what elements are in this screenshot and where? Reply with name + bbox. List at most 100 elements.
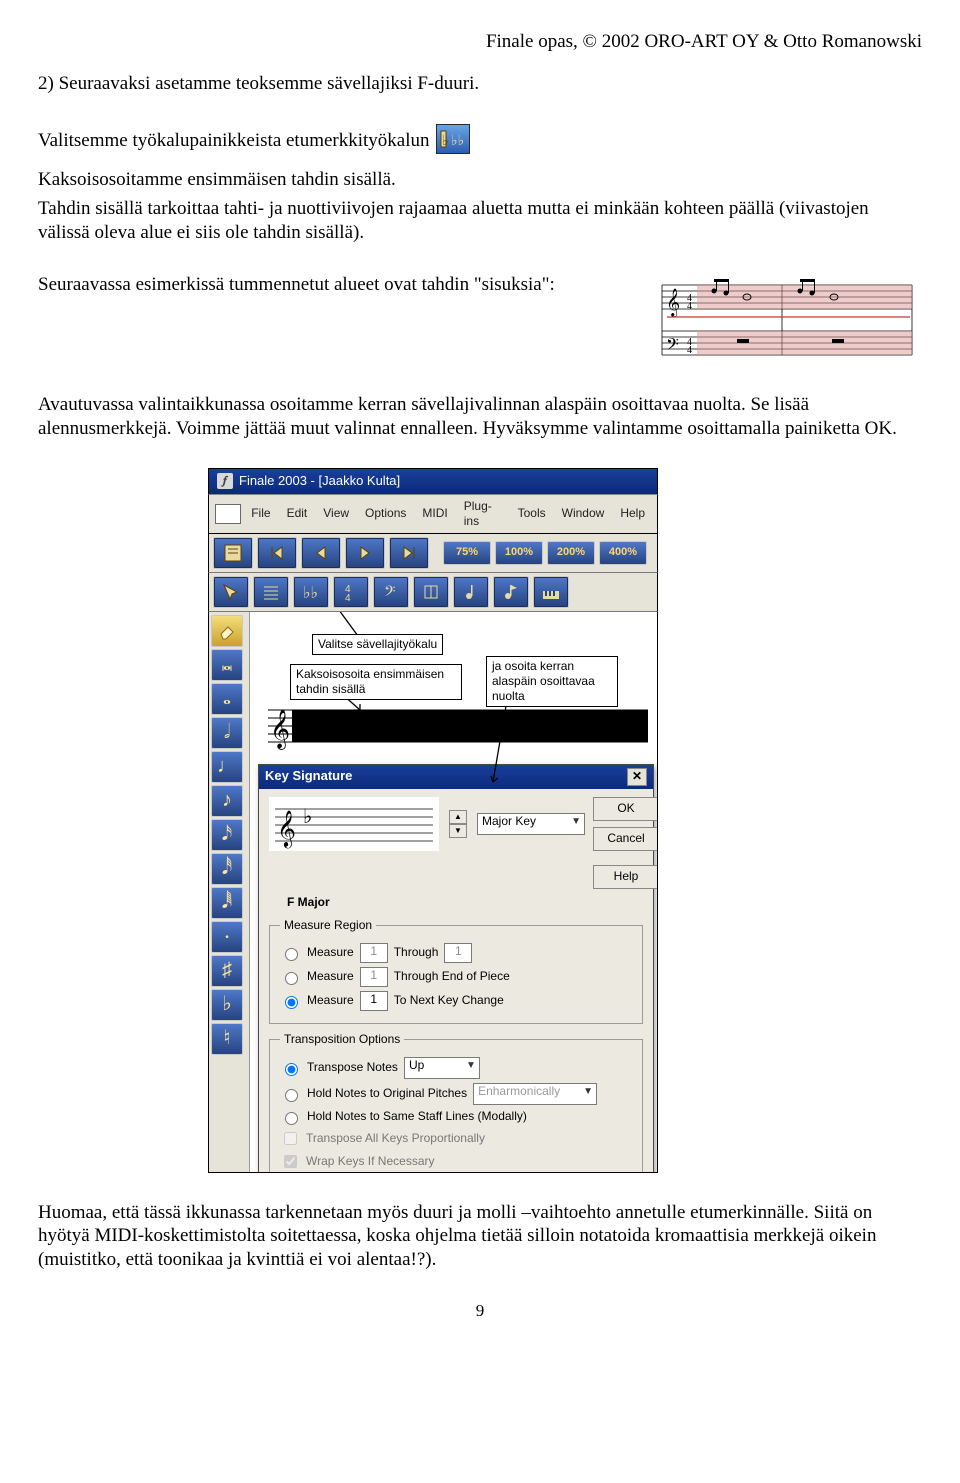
callout-3: ja osoita kerran alaspäin osoittavaa nuo… (486, 656, 618, 707)
page-number: 9 (38, 1300, 922, 1321)
svg-text:𝄞: 𝄞 (270, 710, 290, 750)
measure-radio-3[interactable] (285, 996, 298, 1009)
wrap-keys-label: Wrap Keys If Necessary (306, 1154, 434, 1169)
half-note-icon[interactable]: 𝅗𝅥 (211, 717, 243, 749)
staff-example-figure: 𝄞 𝄢 44 44 (652, 273, 922, 363)
key-name-label: F Major (287, 895, 643, 910)
whole-note-icon[interactable]: 𝅝 (211, 683, 243, 715)
hyperscribe-tool-icon[interactable] (533, 576, 569, 608)
transpose-direction-select[interactable]: Up (404, 1057, 480, 1079)
menu-plugins[interactable]: Plug-ins (458, 497, 508, 531)
transpose-label-1: Transpose Notes (307, 1060, 398, 1075)
measure-label-2: Measure (307, 969, 354, 984)
quarter-note-icon[interactable]: ♩ (211, 751, 243, 783)
nav-next-icon[interactable] (345, 537, 385, 569)
key-spinner: ▲ ▼ (449, 810, 467, 838)
svg-text:𝄢: 𝄢 (384, 583, 396, 603)
document-icon (215, 504, 241, 524)
zoom-400[interactable]: 400% (599, 541, 647, 565)
paragraph-1: 2) Seuraavaksi asetamme teoksemme sävell… (38, 72, 922, 96)
key-type-select[interactable]: Major Key (477, 813, 585, 835)
dot-icon[interactable]: · (211, 921, 243, 953)
zoom-200[interactable]: 200% (547, 541, 595, 565)
measure-label-1: Measure (307, 945, 354, 960)
wrap-keys-checkbox (284, 1155, 297, 1168)
key-signature-dialog: Key Signature ✕ (258, 764, 654, 1173)
finale-app-icon: 𝆑 (217, 473, 233, 489)
sixteenth-note-icon[interactable]: 𝅘𝅥𝅯 (211, 819, 243, 851)
score-canvas[interactable]: 𝄞 Valitse sävellajityökalu Kaksoisosoita… (250, 612, 657, 1172)
zoom-100[interactable]: 100% (495, 541, 543, 565)
eighth-note-icon[interactable]: ♪ (211, 785, 243, 817)
double-whole-note-icon[interactable]: 𝅜 (211, 649, 243, 681)
through-label: Through (394, 945, 439, 960)
transpose-radio-1[interactable] (285, 1063, 298, 1076)
transpose-radio-3[interactable] (285, 1112, 298, 1125)
menu-edit[interactable]: Edit (281, 504, 314, 523)
svg-text:♭♭: ♭♭ (303, 585, 318, 602)
menu-tools[interactable]: Tools (512, 504, 552, 523)
transpose-label-3: Hold Notes to Same Staff Lines (Modally) (307, 1109, 527, 1124)
flat-icon[interactable]: ♭ (211, 989, 243, 1021)
eraser-icon[interactable] (211, 615, 243, 647)
menu-window[interactable]: Window (556, 504, 611, 523)
ok-button[interactable]: OK (593, 797, 658, 821)
key-spinner-down[interactable]: ▼ (449, 824, 467, 838)
svg-text:4: 4 (687, 301, 692, 312)
menu-options[interactable]: Options (359, 504, 412, 523)
measure-label-3: Measure (307, 993, 354, 1008)
svg-text:4: 4 (687, 345, 692, 356)
measure-from-1: 1 (360, 943, 388, 963)
measure-region-group: Measure Region Measure 1 Through 1 Measu… (269, 918, 643, 1024)
dialog-close-button[interactable]: ✕ (627, 768, 647, 786)
measure-radio-2[interactable] (285, 972, 298, 985)
toolbar-row-2: ♭♭ 44 𝄢 (208, 573, 658, 612)
dialog-titlebar: Key Signature ✕ (259, 765, 653, 789)
simple-entry-tool-icon[interactable] (453, 576, 489, 608)
svg-text:𝄞: 𝄞 (666, 289, 680, 317)
key-signature-tool-icon-tb[interactable]: ♭♭ (293, 576, 329, 608)
through-end-label: Through End of Piece (394, 969, 510, 984)
nav-prev-icon[interactable] (301, 537, 341, 569)
sharp-icon[interactable]: ♯ (211, 955, 243, 987)
zoom-75[interactable]: 75% (443, 541, 491, 565)
nav-first-icon[interactable] (257, 537, 297, 569)
menu-file[interactable]: File (245, 504, 276, 523)
measure-tool-icon[interactable] (413, 576, 449, 608)
staff-tool-icon[interactable] (253, 576, 289, 608)
time-signature-tool-icon[interactable]: 44 (333, 576, 369, 608)
thirtysecond-note-icon[interactable]: 𝅘𝅥𝅰 (211, 853, 243, 885)
transpose-radio-2[interactable] (285, 1089, 298, 1102)
key-spinner-up[interactable]: ▲ (449, 810, 467, 824)
header-copyright: Finale opas, © 2002 ORO-ART OY & Otto Ro… (38, 30, 922, 54)
menu-view[interactable]: View (317, 504, 355, 523)
sixtyfourth-note-icon[interactable]: 𝅘𝅥𝅱 (211, 887, 243, 919)
paragraph-4: Tahdin sisällä tarkoittaa tahti- ja nuot… (38, 197, 922, 245)
measure-radio-1[interactable] (285, 948, 298, 961)
to-next-label: To Next Key Change (394, 993, 504, 1008)
callout-2: Kaksoisosoita ensimmäisen tahdin sisällä (290, 664, 462, 700)
menu-midi[interactable]: MIDI (416, 504, 453, 523)
page-view-icon[interactable] (213, 537, 253, 569)
paragraph-2: Valitsemme työkalupainikkeista etumerkki… (38, 124, 922, 154)
measure-from-2: 1 (360, 967, 388, 987)
paragraph-5: Seuraavassa esimerkissä tummennetut alue… (38, 273, 640, 297)
nav-last-icon[interactable] (389, 537, 429, 569)
cancel-button[interactable]: Cancel (593, 827, 658, 851)
clef-tool-icon[interactable]: 𝄢 (373, 576, 409, 608)
help-button[interactable]: Help (593, 865, 658, 889)
measure-region-legend: Measure Region (280, 918, 376, 933)
key-signature-tool-icon: ♭ ♭♭ (436, 124, 470, 154)
selection-tool-icon[interactable] (213, 576, 249, 608)
transpose-all-checkbox (284, 1132, 297, 1145)
key-preview-staff: 𝄞 ♭ (269, 797, 439, 851)
speedy-entry-tool-icon[interactable] (493, 576, 529, 608)
paragraph-3: Kaksoisosoitamme ensimmäisen tahdin sisä… (38, 168, 922, 192)
measure-from-3[interactable]: 1 (360, 991, 388, 1011)
measure-to-1: 1 (444, 943, 472, 963)
menu-help[interactable]: Help (614, 504, 651, 523)
svg-text:♭: ♭ (303, 806, 312, 828)
natural-icon[interactable]: ♮ (211, 1023, 243, 1055)
paragraph-7: Huomaa, että tässä ikkunassa tarkennetaa… (38, 1201, 922, 1272)
titlebar: 𝆑 Finale 2003 - [Jaakko Kulta] (208, 468, 658, 493)
